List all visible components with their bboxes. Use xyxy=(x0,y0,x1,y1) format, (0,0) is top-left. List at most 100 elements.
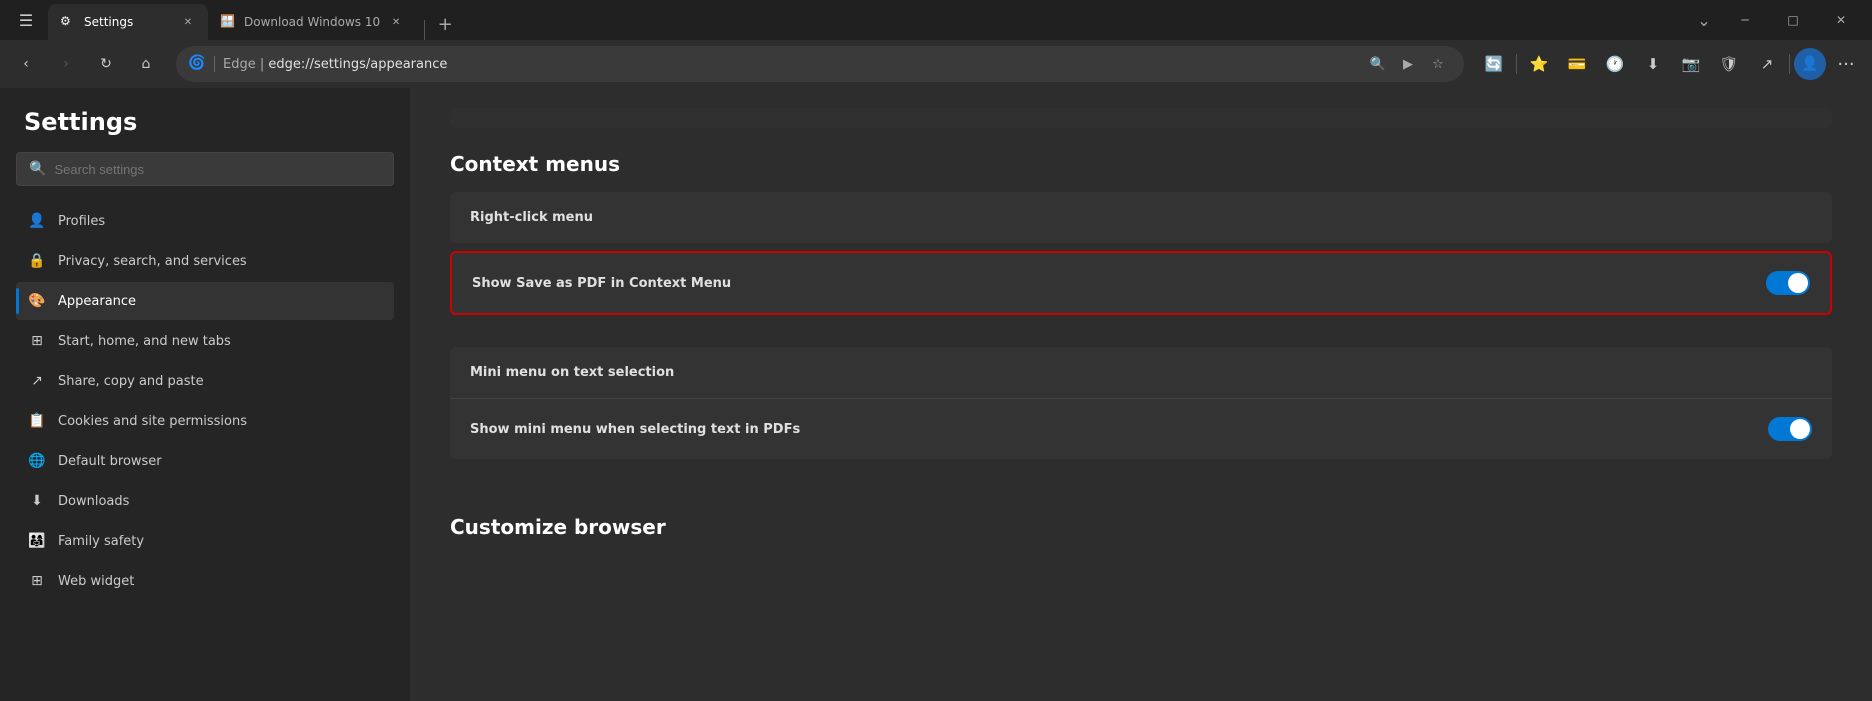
sidebar: Settings 🔍 👤 Profiles 🔒 Privacy, search,… xyxy=(0,88,410,701)
sidebar-item-family-safety[interactable]: 👨‍👩‍👧 Family safety xyxy=(16,522,394,560)
context-menus-title: Context menus xyxy=(450,152,1832,176)
back-button[interactable]: ‹ xyxy=(8,46,44,82)
privacy-icon: 🔒 xyxy=(28,252,46,270)
web-widget-label: Web widget xyxy=(58,574,134,589)
sidebar-item-web-widget[interactable]: ⊞ Web widget xyxy=(16,562,394,600)
address-value: edge://settings/appearance xyxy=(268,57,447,72)
zoom-button[interactable]: 🔍 xyxy=(1364,50,1392,78)
sidebar-item-start-home[interactable]: ⊞ Start, home, and new tabs xyxy=(16,322,394,360)
default-browser-label: Default browser xyxy=(58,454,162,469)
family-safety-label: Family safety xyxy=(58,534,144,549)
downloads-toolbar-button[interactable]: ⬇ xyxy=(1635,46,1671,82)
sidebar-toggle-button[interactable]: ☰ xyxy=(8,2,44,38)
search-icon: 🔍 xyxy=(29,161,46,177)
toolbar-sep-1 xyxy=(1516,54,1517,74)
screenshot-button[interactable]: 📷 xyxy=(1673,46,1709,82)
privacy-label: Privacy, search, and services xyxy=(58,254,247,269)
tab-dropdown-button[interactable]: ⌄ xyxy=(1688,4,1720,36)
sidebar-item-downloads[interactable]: ⬇ Downloads xyxy=(16,482,394,520)
mini-menu-toggle-knob xyxy=(1790,419,1810,439)
save-as-pdf-toggle[interactable] xyxy=(1766,271,1810,295)
address-bar[interactable]: 🌀 Edge | edge://settings/appearance 🔍 ▶ … xyxy=(176,46,1464,82)
settings-tab-close[interactable]: ✕ xyxy=(180,14,196,30)
start-home-icon: ⊞ xyxy=(28,332,46,350)
sidebar-title: Settings xyxy=(16,108,394,136)
save-as-pdf-card: Show Save as PDF in Context Menu xyxy=(450,251,1832,315)
show-mini-menu-row: Show mini menu when selecting text in PD… xyxy=(450,398,1832,459)
sidebar-item-profiles[interactable]: 👤 Profiles xyxy=(16,202,394,240)
right-click-menu-row: Right-click menu xyxy=(450,192,1832,243)
content-inner: Context menus Right-click menu Show Save… xyxy=(410,88,1872,575)
avatar[interactable]: 👤 xyxy=(1794,48,1826,80)
show-mini-menu-label: Show mini menu when selecting text in PD… xyxy=(470,422,800,437)
title-bar-right: ⌄ ─ □ ✕ xyxy=(1688,4,1864,36)
sidebar-item-privacy[interactable]: 🔒 Privacy, search, and services xyxy=(16,242,394,280)
main-layout: Settings 🔍 👤 Profiles 🔒 Privacy, search,… xyxy=(0,88,1872,701)
history-button[interactable]: 🕐 xyxy=(1597,46,1633,82)
share-button[interactable]: ↗ xyxy=(1749,46,1785,82)
mini-menu-section-label-container: Mini menu on text selection xyxy=(470,365,674,380)
toolbar-icons: 🔄 ⭐ 💳 🕐 ⬇ 📷 🛡 ↗ 👤 ··· xyxy=(1476,46,1864,82)
minimize-button[interactable]: ─ xyxy=(1722,4,1768,36)
downloads-icon: ⬇ xyxy=(28,492,46,510)
tab-group: ⚙ Settings ✕ 🪟 Download Windows 10 ✕ + xyxy=(48,0,461,40)
family-safety-icon: 👨‍👩‍👧 xyxy=(28,532,46,550)
section-gap-3 xyxy=(450,491,1832,515)
refresh-button[interactable]: ↻ xyxy=(88,46,124,82)
search-box[interactable]: 🔍 xyxy=(16,152,394,186)
forward-button[interactable]: › xyxy=(48,46,84,82)
profiles-icon: 👤 xyxy=(28,212,46,230)
start-home-label: Start, home, and new tabs xyxy=(58,334,231,349)
right-click-menu-card: Right-click menu xyxy=(450,192,1832,243)
security-button[interactable]: 🛡 xyxy=(1711,46,1747,82)
tab-settings[interactable]: ⚙ Settings ✕ xyxy=(48,4,208,40)
section-gap-2 xyxy=(450,467,1832,491)
home-button[interactable]: ⌂ xyxy=(128,46,164,82)
cookies-icon: 📋 xyxy=(28,412,46,430)
tab-download[interactable]: 🪟 Download Windows 10 ✕ xyxy=(208,4,416,40)
downloads-label: Downloads xyxy=(58,494,129,509)
appearance-icon: 🎨 xyxy=(28,292,46,310)
toolbar-sep-2 xyxy=(1789,54,1790,74)
address-sep: | xyxy=(256,57,269,72)
more-button[interactable]: ··· xyxy=(1828,46,1864,82)
share-nav-icon: ↗ xyxy=(28,372,46,390)
share-label: Share, copy and paste xyxy=(58,374,204,389)
tab-separator xyxy=(424,20,425,40)
download-tab-icon: 🪟 xyxy=(220,14,236,30)
new-tab-button[interactable]: + xyxy=(429,8,461,40)
right-click-menu-label-container: Right-click menu xyxy=(470,210,593,225)
customize-browser-title: Customize browser xyxy=(450,515,1832,539)
right-click-menu-label: Right-click menu xyxy=(470,210,593,225)
partial-top-card xyxy=(450,108,1832,128)
title-bar: ☰ ⚙ Settings ✕ 🪟 Download Windows 10 ✕ +… xyxy=(0,0,1872,40)
cookies-label: Cookies and site permissions xyxy=(58,414,247,429)
content-area: Context menus Right-click menu Show Save… xyxy=(410,88,1872,701)
settings-tab-label: Settings xyxy=(84,15,172,29)
favorites-button[interactable]: ⭐ xyxy=(1521,46,1557,82)
sidebar-item-appearance[interactable]: 🎨 Appearance xyxy=(16,282,394,320)
favorites-icon[interactable]: ☆ xyxy=(1424,50,1452,78)
wallet-button[interactable]: 💳 xyxy=(1559,46,1595,82)
sidebar-item-default-browser[interactable]: 🌐 Default browser xyxy=(16,442,394,480)
download-tab-close[interactable]: ✕ xyxy=(388,14,404,30)
profiles-label: Profiles xyxy=(58,214,105,229)
mini-menu-card: Mini menu on text selection Show mini me… xyxy=(450,347,1832,459)
close-button[interactable]: ✕ xyxy=(1818,4,1864,36)
show-mini-menu-label-container: Show mini menu when selecting text in PD… xyxy=(470,422,800,437)
sidebar-item-share[interactable]: ↗ Share, copy and paste xyxy=(16,362,394,400)
restore-button[interactable]: □ xyxy=(1770,4,1816,36)
play-button[interactable]: ▶ xyxy=(1394,50,1422,78)
search-input[interactable] xyxy=(54,162,381,177)
section-gap-1 xyxy=(450,323,1832,347)
collections-button[interactable]: 🔄 xyxy=(1476,46,1512,82)
settings-tab-icon: ⚙ xyxy=(60,14,76,30)
edge-label: Edge xyxy=(223,57,256,72)
save-as-pdf-row: Show Save as PDF in Context Menu xyxy=(452,253,1830,313)
save-as-pdf-label: Show Save as PDF in Context Menu xyxy=(472,276,731,291)
default-browser-icon: 🌐 xyxy=(28,452,46,470)
title-bar-left: ☰ xyxy=(8,2,44,38)
show-mini-menu-toggle[interactable] xyxy=(1768,417,1812,441)
save-as-pdf-label-container: Show Save as PDF in Context Menu xyxy=(472,276,731,291)
sidebar-item-cookies[interactable]: 📋 Cookies and site permissions xyxy=(16,402,394,440)
